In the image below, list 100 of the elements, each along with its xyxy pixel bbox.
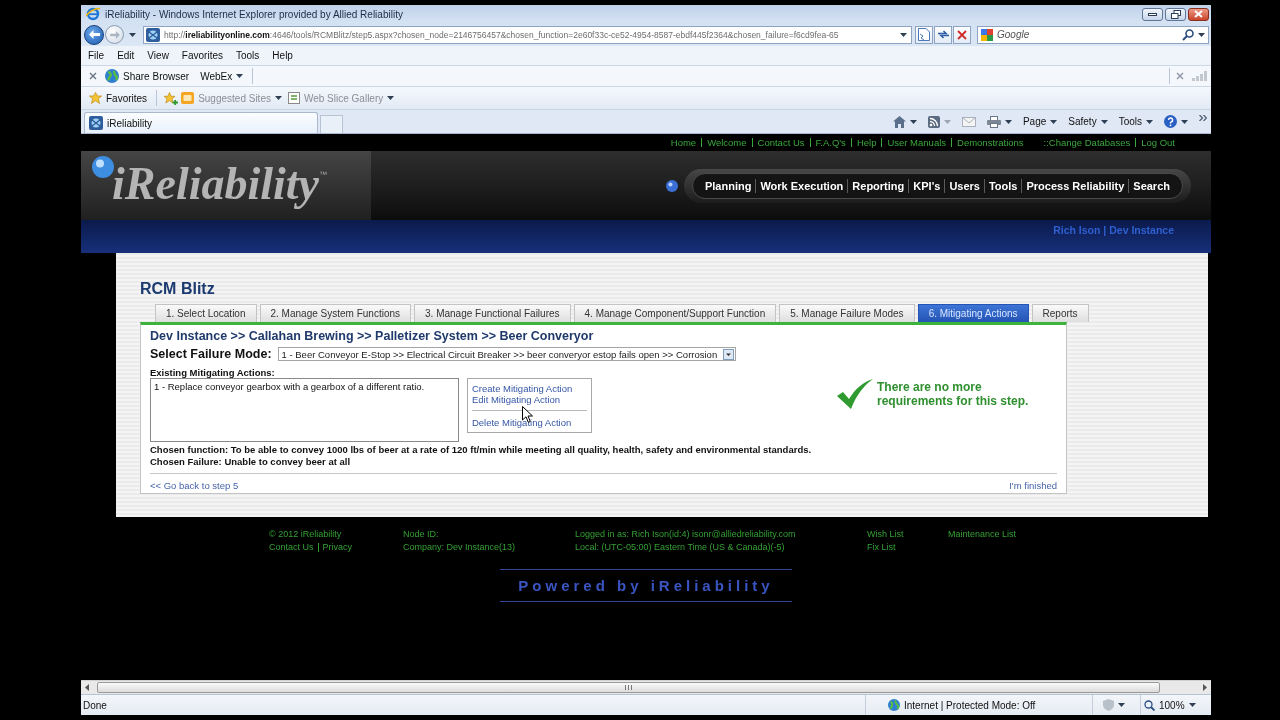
caret-icon <box>909 119 917 124</box>
step-tab[interactable]: 1. Select Location <box>155 304 257 322</box>
header-link[interactable]: User Manuals <box>887 137 947 148</box>
address-field[interactable]: http://ireliabilityonline.com:4646/tools/RCMBlitz/step5.aspx?chosen_node=2146756457&chosen_function=2e60f33c-ce52-4954-8587-ebdf445f2364&chosen_failure=f6cd9fea-65 <box>143 25 912 44</box>
nav-link[interactable]: Users <box>949 179 980 192</box>
scrollbar-thumb[interactable] <box>97 682 1160 693</box>
field-label: Select Failure Mode: <box>150 347 272 361</box>
nav-link[interactable]: Reporting <box>852 179 905 192</box>
nav-link[interactable]: Process Reliability <box>1026 179 1125 192</box>
check-mark-icon <box>837 379 873 409</box>
search-icon[interactable] <box>1182 28 1194 41</box>
search-field[interactable]: Google <box>977 25 1209 44</box>
caret-icon <box>943 119 951 124</box>
compatibility-view-button[interactable] <box>915 25 933 44</box>
caret-icon <box>1146 119 1153 124</box>
favorites-button[interactable]: Favorites <box>86 92 151 104</box>
command-menu-button[interactable]: Page <box>1018 116 1062 127</box>
toolbar-button[interactable]: WebEx <box>197 70 247 82</box>
browser-logo-icon <box>86 7 100 21</box>
home-icon <box>892 115 906 128</box>
logo-wordmark: iReliability <box>112 157 319 211</box>
header-link[interactable]: Demonstrations <box>957 137 1024 148</box>
action-link[interactable]: Edit Mitigating Action <box>471 394 561 405</box>
scroll-left-icon[interactable] <box>85 684 89 691</box>
nav-link[interactable]: Tools <box>988 179 1018 192</box>
lined-page-icon <box>287 92 300 104</box>
caret-icon <box>274 96 282 100</box>
restore-button[interactable] <box>1165 7 1186 21</box>
browser-tab[interactable]: iReliability <box>84 112 318 133</box>
close-icon[interactable] <box>1176 72 1184 80</box>
globe-icon <box>888 699 900 711</box>
chevron-icon[interactable] <box>1199 115 1207 121</box>
security-zone-label: Internet | Protected Mode: Off <box>904 699 1036 711</box>
step-tab[interactable]: 5. Manage Failure Modes <box>779 304 915 322</box>
minimize-button[interactable] <box>1142 7 1163 21</box>
finish-link[interactable]: I'm finished <box>1009 480 1057 492</box>
menu-item[interactable]: Favorites <box>174 50 229 61</box>
back-link[interactable]: << Go back to step 5 <box>150 480 239 492</box>
footer-link[interactable]: Privacy <box>322 541 353 554</box>
restore-icon <box>1170 9 1181 19</box>
caret-icon <box>1181 119 1188 124</box>
menu-item[interactable]: File <box>81 50 111 61</box>
nav-link[interactable]: Work Execution <box>760 179 844 192</box>
footer-link[interactable]: Contact Us <box>269 541 314 554</box>
step-tab[interactable]: 3. Manage Functional Failures <box>414 304 571 322</box>
back-button[interactable] <box>84 24 104 45</box>
caret-icon[interactable] <box>1118 703 1125 707</box>
four-squares-icon <box>981 28 993 41</box>
command-menu-button[interactable]: Safety <box>1064 116 1112 127</box>
printer-icon <box>986 115 1001 128</box>
header-link[interactable]: Contact Us <box>757 137 805 148</box>
status-text: Done <box>82 699 108 711</box>
back-arrow-icon <box>88 30 100 39</box>
stop-button[interactable] <box>953 25 971 44</box>
step-tab[interactable]: 2. Manage System Functions <box>259 304 411 322</box>
menu-item[interactable]: Edit <box>110 50 141 61</box>
cross-icon <box>957 29 967 40</box>
footer-link[interactable]: Maintenance List <box>948 528 1017 541</box>
action-link[interactable]: Create Mitigating Action <box>471 383 573 394</box>
menu-item[interactable]: Tools <box>229 50 266 61</box>
footer-link[interactable]: Wish List <box>867 528 904 541</box>
site-favicon-icon <box>89 116 103 130</box>
step-tab[interactable]: 6. Mitigating Actions <box>917 304 1029 322</box>
caret-icon[interactable] <box>1198 32 1205 37</box>
chosen-failure-text: Chosen Failure: Unable to convey beer at all <box>150 456 352 468</box>
close-button[interactable] <box>1188 7 1209 21</box>
horizontal-scrollbar[interactable] <box>81 680 1211 694</box>
help-icon <box>1164 115 1177 128</box>
nav-link[interactable]: Planning <box>704 179 752 192</box>
field-label: Existing Mitigating Actions: <box>150 368 276 378</box>
header-link[interactable]: Home <box>670 137 697 148</box>
list-item[interactable]: 1 - Replace conveyor gearbox with a gearbox of a different ratio. <box>154 381 455 392</box>
scroll-right-icon[interactable] <box>1203 684 1207 691</box>
header-link[interactable]: F.A.Q's <box>815 137 846 148</box>
refresh-button[interactable] <box>934 25 952 44</box>
menu-item[interactable]: View <box>140 50 175 61</box>
toolbar-button[interactable]: Share Browser <box>102 69 193 83</box>
header-link[interactable]: Welcome <box>707 137 747 148</box>
menu-item[interactable]: Help <box>265 50 299 61</box>
header-link[interactable]: Log Out <box>1141 137 1175 148</box>
search-input[interactable]: Google <box>997 27 1178 42</box>
minimize-icon <box>1148 12 1157 16</box>
header-link[interactable]: ::Change Databases <box>1043 137 1131 148</box>
footer-link[interactable]: Fix List <box>867 541 896 554</box>
zoom-button[interactable]: 100% <box>1144 699 1196 711</box>
add-favorite-icon[interactable] <box>163 91 179 105</box>
close-icon[interactable] <box>89 72 97 80</box>
action-link[interactable]: Delete Mitigating Action <box>471 417 572 428</box>
forward-arrow-icon <box>109 30 120 39</box>
step-tab[interactable]: 4. Manage Component/Support Function <box>573 304 777 322</box>
footer-text: Node ID: <box>403 528 439 541</box>
caret-icon[interactable] <box>900 32 907 37</box>
actions-listbox[interactable]: 1 - Replace conveyor gearbox with a gearbox of a different ratio. <box>150 378 459 442</box>
nav-link[interactable]: KPI's <box>913 179 941 192</box>
step-tab[interactable]: Reports <box>1031 304 1089 322</box>
command-menu-button[interactable]: Tools <box>1114 116 1157 127</box>
header-link[interactable]: Help <box>856 137 877 148</box>
failure-mode-select[interactable]: 1 - Beer Conveyor E-Stop >> Electrical Circuit Breaker >> beer converyor estop fails open >> Corrosion <box>277 347 737 361</box>
nav-link[interactable]: Search <box>1133 179 1170 192</box>
footer-text: Company: Dev Instance(13) <box>403 541 516 554</box>
